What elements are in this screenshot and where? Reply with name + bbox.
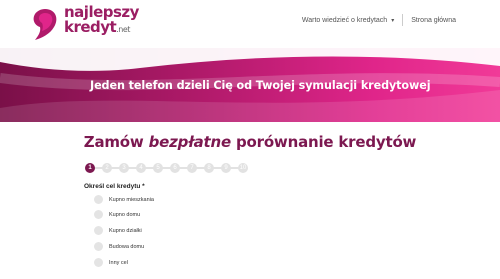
- option-kupno-mieszkania[interactable]: Kupno mieszkania: [94, 195, 154, 204]
- option-label: Budowa domu: [109, 243, 145, 250]
- banner-headline: Jeden telefon dzieli Cię od Twojej symul…: [90, 79, 431, 92]
- form-title-emphasis: bezpłatne: [148, 133, 232, 151]
- step-3: 3: [119, 163, 129, 173]
- radio-circle-icon[interactable]: [94, 258, 103, 267]
- radio-circle-icon[interactable]: [94, 210, 103, 219]
- option-label: Kupno działki: [109, 227, 142, 234]
- step-9: 9: [221, 163, 231, 173]
- brand-wordmark: najlepszy kredyt.net: [64, 5, 139, 37]
- option-label: Kupno mieszkania: [109, 196, 154, 203]
- brand-tld: .net: [116, 25, 130, 34]
- nav-item-label: Strona główna: [411, 16, 456, 24]
- main-nav: Warto wiedzieć o kredytach ▾ Strona głów…: [294, 14, 500, 26]
- step-1: 1: [85, 163, 95, 173]
- option-label: Kupno domu: [109, 211, 141, 218]
- site-logo[interactable]: najlepszy kredyt.net: [30, 5, 139, 41]
- brand-line2: kredyt.net: [64, 18, 130, 36]
- option-kupno-domu[interactable]: Kupno domu: [94, 210, 140, 219]
- form-title-end: porównanie kredytów: [230, 133, 417, 151]
- step-6: 6: [170, 163, 180, 173]
- nav-item-home[interactable]: Strona główna: [403, 17, 500, 24]
- radio-circle-icon[interactable]: [94, 195, 103, 204]
- question-label: Określ cel kredytu *: [84, 183, 145, 190]
- step-8: 8: [204, 163, 214, 173]
- chevron-down-icon: ▾: [391, 17, 395, 24]
- step-5: 5: [153, 163, 163, 173]
- option-budowa-domu[interactable]: Budowa domu: [94, 242, 144, 251]
- site-header: najlepszy kredyt.net Warto wiedzieć o kr…: [0, 0, 500, 48]
- nav-item-knowledge[interactable]: Warto wiedzieć o kredytach ▾: [294, 17, 402, 24]
- hero-banner: Jeden telefon dzieli Cię od Twojej symul…: [0, 48, 500, 122]
- option-kupno-dzialki[interactable]: Kupno działki: [94, 226, 142, 235]
- radio-circle-icon[interactable]: [94, 226, 103, 235]
- option-inny-cel[interactable]: Inny cel: [94, 258, 128, 267]
- step-7: 7: [187, 163, 197, 173]
- form-title-start: Zamów: [83, 133, 149, 151]
- brand-name: kredyt: [64, 18, 117, 36]
- form-title: Zamów bezpłatne porównanie kredytów: [0, 133, 500, 151]
- step-4: 4: [136, 163, 146, 173]
- nav-item-label: Warto wiedzieć o kredytach: [301, 16, 388, 24]
- step-10: 10: [238, 163, 248, 173]
- step-2: 2: [102, 163, 112, 173]
- brand-logo-icon: [30, 7, 60, 41]
- option-label: Inny cel: [109, 259, 128, 266]
- radio-circle-icon[interactable]: [94, 242, 103, 251]
